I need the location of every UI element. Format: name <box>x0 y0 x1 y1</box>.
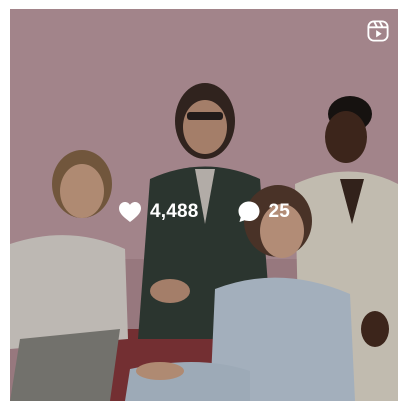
heart-icon <box>118 202 141 222</box>
comment-bubble-icon <box>238 201 259 222</box>
comments-stat: 25 <box>237 200 291 224</box>
likes-stat: 4,488 <box>118 201 199 223</box>
reel-post-thumbnail[interactable]: 4,488 25 <box>10 9 398 401</box>
likes-count: 4,488 <box>149 201 199 222</box>
engagement-stats: 4,488 25 <box>10 197 398 227</box>
reel-icon <box>367 20 389 42</box>
comments-count: 25 <box>268 201 291 222</box>
